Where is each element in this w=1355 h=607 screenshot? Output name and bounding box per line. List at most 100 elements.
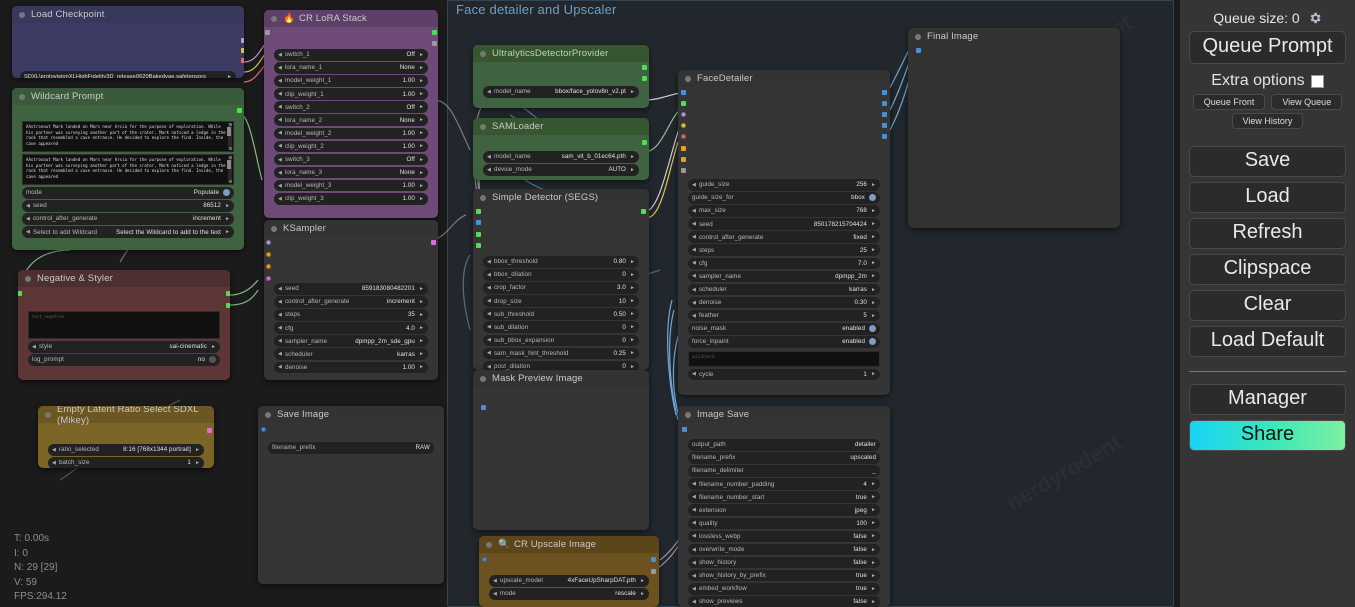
extra-options-checkbox[interactable] [1310, 74, 1324, 88]
widget-scheduler[interactable]: ◀ scheduler karras ► [274, 348, 428, 360]
clear-button[interactable]: Clear [1189, 290, 1346, 321]
widget-quality[interactable]: ◀ quality 100 ► [688, 517, 880, 530]
node-ultralytics-detector-provider[interactable]: UltralyticsDetectorProvider ◀ model_name… [473, 45, 649, 108]
widget-overwrite-mode[interactable]: ◀ overwrite_mode false ► [688, 543, 880, 556]
scrollbar[interactable] [227, 156, 232, 183]
widget-cfg[interactable]: ◀ cfg 7.0 ► [688, 257, 880, 270]
widget-denoise[interactable]: ◀ denoise 1.00 ► [274, 361, 428, 374]
node-header[interactable]: Empty Latent Ratio Select SDXL (Mikey) [38, 406, 214, 426]
manager-button[interactable]: Manager [1189, 384, 1346, 415]
input-port-segs[interactable] [681, 168, 686, 173]
node-final-image[interactable]: Final Image [908, 28, 1120, 228]
chevron-right-icon[interactable]: ► [640, 591, 645, 597]
toggle-knob[interactable] [869, 194, 876, 202]
node-cr-lora-stack[interactable]: 🔥 CR LoRA Stack ◀ switch_1 Off ► ◀ lora_name_… [264, 10, 438, 218]
chevron-left-icon[interactable]: ◀ [493, 578, 497, 584]
chevron-left-icon[interactable]: ◀ [278, 338, 282, 344]
input-port-images[interactable] [682, 427, 687, 432]
chevron-right-icon[interactable]: ► [871, 182, 876, 188]
chevron-right-icon[interactable]: ► [630, 89, 635, 95]
chevron-left-icon[interactable]: ◀ [487, 364, 491, 370]
chevron-right-icon[interactable]: ► [871, 547, 876, 553]
chevron-right-icon[interactable]: ► [871, 481, 876, 487]
chevron-right-icon[interactable]: ► [419, 286, 424, 292]
chevron-left-icon[interactable]: ◀ [692, 273, 696, 279]
chevron-left-icon[interactable]: ◀ [692, 520, 696, 526]
queue-prompt-button[interactable]: Queue Prompt [1189, 31, 1346, 64]
extra-options-row[interactable]: Extra options [1211, 72, 1324, 90]
chevron-left-icon[interactable]: ◀ [692, 507, 696, 513]
widget-device-mode[interactable]: ◀ device_mode AUTO ► [483, 164, 639, 176]
collapse-dot[interactable] [19, 93, 25, 100]
widget-force-inpaint[interactable]: force_inpaint enabled [688, 336, 880, 348]
chevron-left-icon[interactable]: ◀ [32, 344, 36, 350]
chevron-right-icon[interactable]: ► [871, 586, 876, 592]
chevron-left-icon[interactable]: ◀ [692, 494, 696, 500]
chevron-right-icon[interactable]: ► [225, 229, 230, 235]
queue-front-button[interactable]: Queue Front [1192, 94, 1266, 110]
widget-post-dilation[interactable]: ◀ post_dilation 0 ► [483, 360, 639, 370]
chevron-right-icon[interactable]: ► [630, 337, 635, 343]
chevron-right-icon[interactable]: ► [871, 494, 876, 500]
chevron-right-icon[interactable]: ► [630, 311, 635, 317]
output-port-image[interactable] [882, 90, 887, 95]
chevron-left-icon[interactable]: ◀ [692, 573, 696, 579]
chevron-right-icon[interactable]: ► [871, 273, 876, 279]
widget-seed[interactable]: ◀ seed 86512 ► [22, 200, 234, 212]
node-header[interactable]: Load Checkpoint [12, 6, 244, 23]
widget-filename-number-padding[interactable]: ◀ filename_number_padding 4 ► [688, 478, 880, 490]
input-port-sam-model-opt[interactable] [476, 232, 481, 237]
chevron-left-icon[interactable]: ◀ [692, 586, 696, 592]
input-port-model[interactable] [266, 240, 271, 245]
widget-noise-mask[interactable]: noise_mask enabled [688, 323, 880, 335]
output-port-segm-detector[interactable] [642, 76, 647, 81]
input-port-image[interactable] [482, 557, 487, 562]
chevron-right-icon[interactable]: ► [195, 460, 200, 466]
collapse-dot[interactable] [265, 411, 271, 418]
node-header[interactable]: Simple Detector (SEGS) [473, 189, 649, 206]
widget-guide-size[interactable]: ◀ guide_size 256 ► [688, 179, 880, 191]
output-port-conditioning[interactable] [237, 108, 242, 113]
widget-switch-2[interactable]: ◀ switch_2 Off ► [274, 101, 428, 113]
node-header[interactable]: SAMLoader [473, 118, 649, 135]
chevron-left-icon[interactable]: ◀ [278, 299, 282, 305]
chevron-right-icon[interactable]: ► [419, 52, 424, 58]
node-header[interactable]: Wildcard Prompt [12, 88, 244, 105]
widget-steps[interactable]: ◀ steps 25 ► [688, 244, 880, 256]
chevron-left-icon[interactable]: ◀ [493, 591, 497, 597]
chevron-right-icon[interactable]: ► [419, 117, 424, 123]
node-samloader[interactable]: SAMLoader ◀ model_name sam_vit_b_01ec64.… [473, 118, 649, 180]
input-port-segm-detector-opt[interactable] [476, 243, 481, 248]
widget-filename-prefix[interactable]: filename_prefix RAW [268, 442, 434, 454]
node-header[interactable]: Save Image [258, 406, 444, 423]
load-button[interactable]: Load [1189, 182, 1346, 213]
chevron-right-icon[interactable]: ► [211, 344, 216, 350]
chevron-left-icon[interactable]: ◀ [487, 272, 491, 278]
chevron-left-icon[interactable]: ◀ [26, 216, 30, 222]
chevron-left-icon[interactable]: ◀ [487, 298, 491, 304]
chevron-left-icon[interactable]: ◀ [278, 52, 282, 58]
widget-log-prompt[interactable]: log_prompt no [28, 354, 220, 366]
output-port-sam-model[interactable] [642, 140, 647, 145]
chevron-right-icon[interactable]: ► [640, 578, 645, 584]
chevron-left-icon[interactable]: ◀ [487, 154, 491, 160]
chevron-right-icon[interactable]: ► [871, 260, 876, 266]
chevron-left-icon[interactable]: ◀ [278, 117, 282, 123]
widget-scheduler[interactable]: ◀ scheduler karras ► [688, 283, 880, 296]
chevron-right-icon[interactable]: ► [871, 287, 876, 293]
comfy-menu-sidebar[interactable]: Queue size: 0 Queue Prompt Extra options… [1180, 0, 1355, 607]
chevron-right-icon[interactable]: ► [871, 560, 876, 566]
chevron-right-icon[interactable]: ► [871, 573, 876, 579]
node-mask-preview-image[interactable]: Mask Preview Image [473, 370, 649, 530]
widget-switch-1[interactable]: ◀ switch_1 Off ► [274, 49, 428, 61]
collapse-dot[interactable] [915, 33, 921, 40]
chevron-left-icon[interactable]: ◀ [692, 221, 696, 227]
collapse-dot[interactable] [685, 75, 691, 82]
widget-ratio-selected[interactable]: ◀ ratio_selected 8:16 [768x1344 portrait… [48, 444, 204, 456]
facedetailer-wildcard-textarea[interactable]: wildcard [688, 350, 880, 367]
node-header[interactable]: Mask Preview Image [473, 370, 649, 387]
chevron-right-icon[interactable]: ► [871, 520, 876, 526]
widget-cycle[interactable]: ◀ cycle 1 ► [688, 368, 880, 381]
output-port-latent[interactable] [431, 240, 436, 245]
chevron-right-icon[interactable]: ► [419, 157, 424, 163]
